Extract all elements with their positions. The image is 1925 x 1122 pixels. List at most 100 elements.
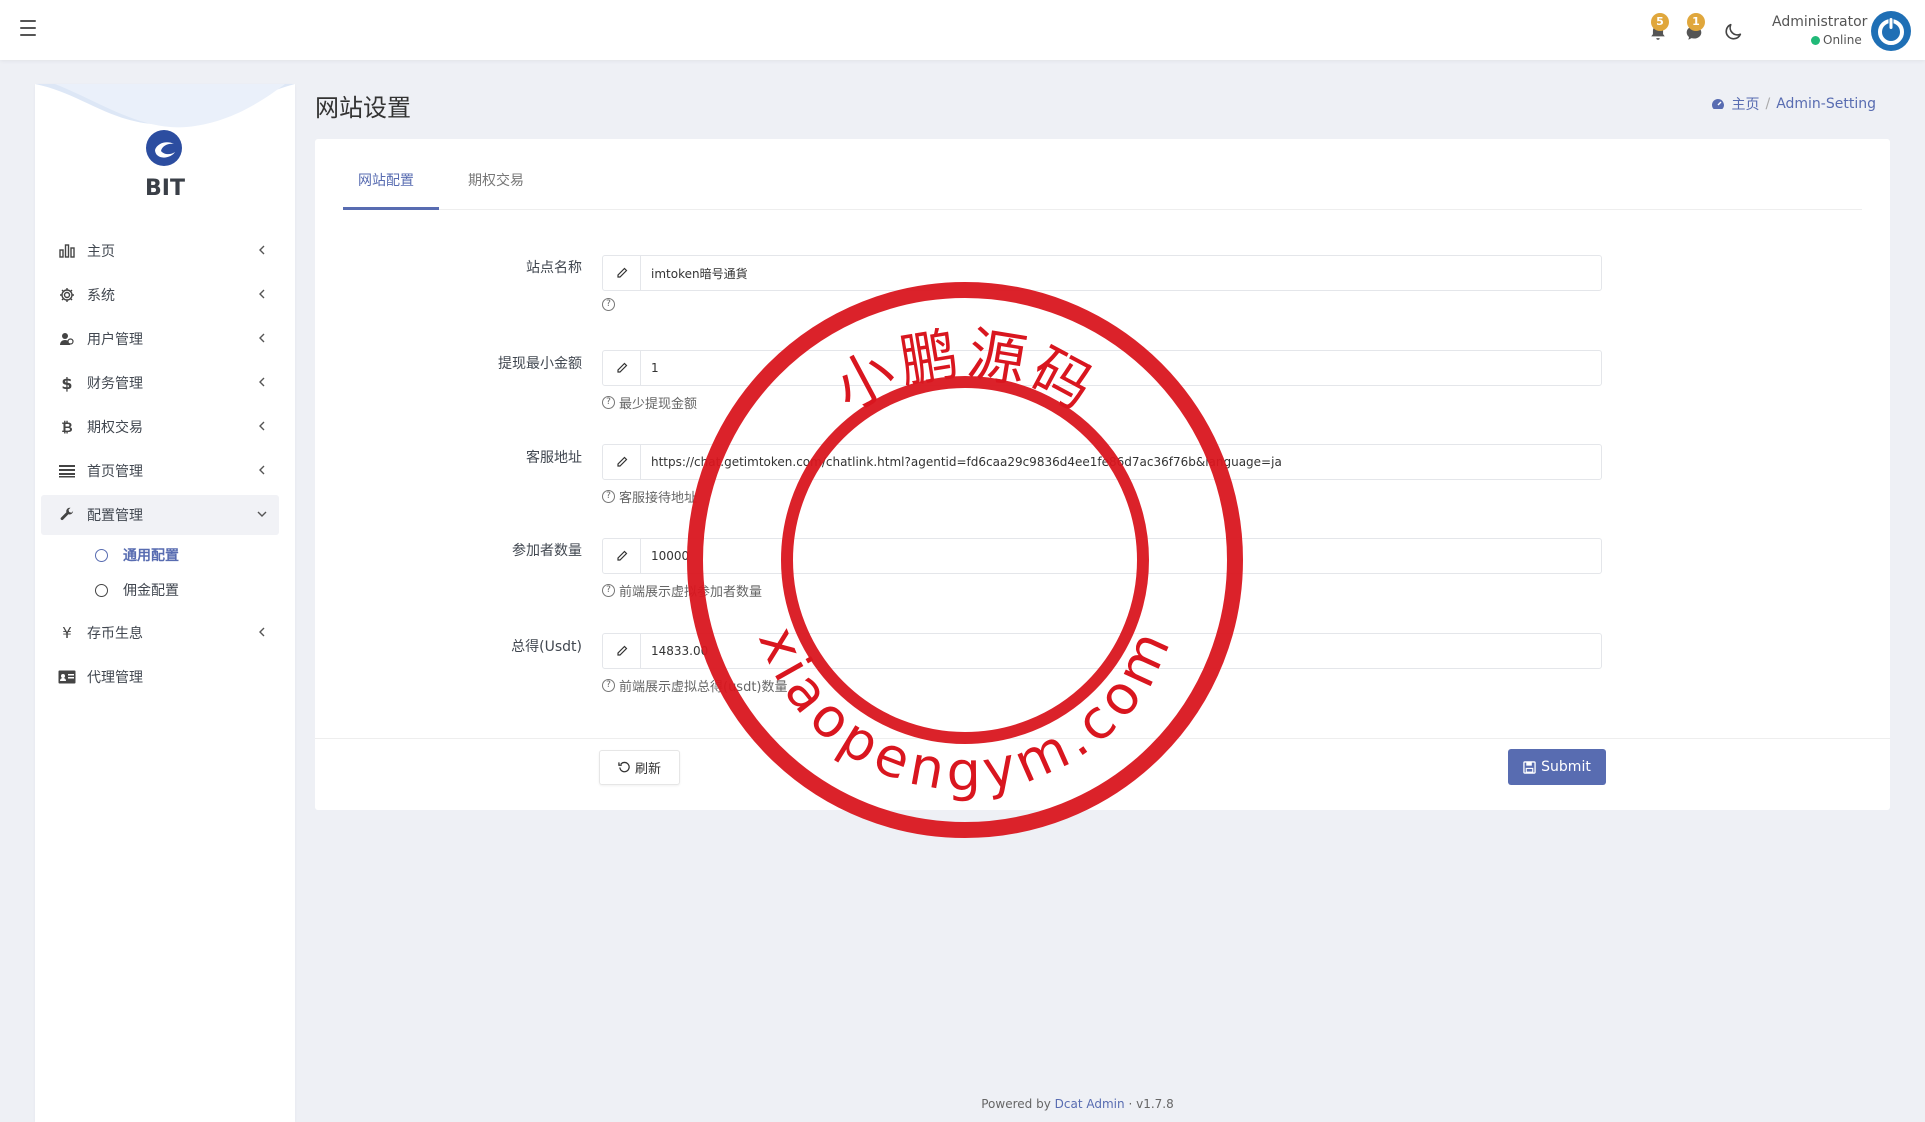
participants-input[interactable] [641, 539, 1601, 573]
chevron-left-icon [259, 627, 265, 637]
brand-logo-icon [146, 130, 182, 166]
participants-help: ? 前端展示虚拟参加者数量 [602, 581, 762, 600]
id-card-icon [57, 667, 77, 687]
notification-count-badge: 5 [1651, 13, 1669, 31]
sidebar-item-home[interactable]: 主页 [41, 231, 279, 271]
sidebar-subitem-commission-config[interactable]: 佣金配置 [95, 575, 179, 605]
chevron-left-icon [259, 377, 265, 387]
sidebar-item-config[interactable]: 配置管理 [41, 495, 279, 535]
sidebar-item-label: 主页 [87, 244, 115, 260]
chevron-left-icon [259, 465, 265, 475]
support-url-input[interactable] [641, 445, 1601, 479]
tab-active-underline [343, 207, 439, 210]
submit-button-label: Submit [1541, 759, 1591, 775]
user-name: Administrator [1772, 14, 1868, 30]
gear-icon [57, 285, 77, 305]
site-name-help: ? [602, 298, 619, 311]
tab-site-config[interactable]: 网站配置 [358, 170, 414, 190]
chevron-left-icon [259, 289, 265, 299]
footer-separator: · [1128, 1097, 1133, 1111]
sidebar-item-staking[interactable]: ¥ 存币生息 [41, 613, 279, 653]
footer-version: v1.7.8 [1136, 1097, 1174, 1111]
settings-card: 网站配置 期权交易 站点名称 ? 提现最小金额 ?最少提现金额 客服地址 ?客服… [315, 139, 1890, 810]
pencil-icon [603, 539, 641, 573]
min-withdraw-help: ? 最少提现金额 [602, 393, 697, 412]
circle-icon [95, 583, 108, 597]
pencil-icon [603, 256, 641, 290]
sidebar-subitem-general-config[interactable]: 通用配置 [95, 540, 179, 570]
breadcrumb: 主页 / Admin-Setting [1711, 94, 1876, 114]
save-icon [1523, 760, 1536, 774]
min-withdraw-input-group [602, 350, 1602, 386]
pencil-icon [603, 351, 641, 385]
sidebar: BIT 主页 系统 用户管理 $ 财务管理 ₿ 期权交易 首页管理 配置管理 通… [35, 84, 295, 1122]
refresh-button[interactable]: 刷新 [599, 750, 680, 785]
dcat-admin-link[interactable]: Dcat Admin [1055, 1097, 1125, 1111]
page-title: 网站设置 [315, 94, 411, 122]
wave-decoration [35, 84, 295, 128]
circle-icon [95, 548, 108, 562]
sidebar-item-users[interactable]: 用户管理 [41, 319, 279, 359]
tab-options-trading[interactable]: 期权交易 [468, 170, 524, 190]
sidebar-subitem-label: 佣金配置 [123, 583, 179, 599]
sidebar-item-label: 配置管理 [87, 508, 143, 524]
footer-prefix: Powered by [981, 1097, 1051, 1111]
bar-chart-icon [57, 241, 77, 261]
support-url-input-group [602, 444, 1602, 480]
sidebar-item-label: 首页管理 [87, 464, 143, 480]
sidebar-item-label: 代理管理 [87, 670, 143, 686]
submit-button[interactable]: Submit [1508, 749, 1606, 785]
form-divider [315, 738, 1890, 739]
total-usdt-input[interactable] [641, 634, 1601, 668]
sidebar-item-system[interactable]: 系统 [41, 275, 279, 315]
total-usdt-help: ? 前端展示虚拟总得(usdt)数量 [602, 676, 788, 695]
notification-bell[interactable]: 5 [1649, 13, 1669, 42]
power-logo-icon [1873, 13, 1909, 49]
chevron-left-icon [259, 421, 265, 431]
sidebar-item-options-trading[interactable]: ₿ 期权交易 [41, 407, 279, 447]
sidebar-item-label: 期权交易 [87, 420, 143, 436]
min-withdraw-input[interactable] [641, 351, 1601, 385]
help-icon: ? [602, 679, 615, 692]
sidebar-item-label: 存币生息 [87, 626, 143, 642]
top-navbar: 5 1 Administrator Online [0, 0, 1925, 60]
chevron-down-icon [257, 511, 267, 517]
list-icon [57, 461, 77, 481]
field-label-min-withdraw: 提现最小金额 [498, 356, 582, 372]
field-label-support-url: 客服地址 [526, 450, 582, 466]
support-url-help: ? 客服接待地址 [602, 487, 697, 506]
site-name-input[interactable] [641, 256, 1601, 290]
powered-by-footer: Powered by Dcat Admin · v1.7.8 [0, 1097, 1925, 1111]
dark-mode-moon-icon[interactable] [1722, 21, 1744, 43]
wrench-icon [57, 505, 77, 525]
chevron-left-icon [259, 245, 265, 255]
pencil-icon [603, 445, 641, 479]
sidebar-item-homepage[interactable]: 首页管理 [41, 451, 279, 491]
field-label-total-usdt: 总得(Usdt) [511, 639, 582, 655]
online-dot-icon [1811, 36, 1820, 45]
sidebar-item-finance[interactable]: $ 财务管理 [41, 363, 279, 403]
breadcrumb-separator: / [1765, 96, 1771, 112]
users-icon [57, 329, 77, 349]
pencil-icon [603, 634, 641, 668]
dollar-icon: $ [61, 373, 73, 393]
bitcoin-icon: ₿ [61, 419, 73, 436]
dashboard-icon [1712, 99, 1725, 109]
help-icon: ? [602, 490, 615, 503]
message-count-badge: 1 [1687, 13, 1705, 31]
help-icon: ? [602, 396, 615, 409]
sidebar-item-label: 财务管理 [87, 376, 143, 392]
message-button[interactable]: 1 [1685, 13, 1705, 42]
sidebar-item-agent[interactable]: 代理管理 [41, 657, 279, 697]
yen-icon: ¥ [62, 624, 72, 642]
help-icon: ? [602, 298, 615, 311]
menu-toggle-icon[interactable] [18, 18, 38, 38]
field-label-participants: 参加者数量 [512, 543, 582, 559]
breadcrumb-current: Admin-Setting [1776, 96, 1876, 112]
avatar[interactable] [1871, 11, 1911, 51]
field-label-site-name: 站点名称 [526, 260, 582, 276]
chevron-left-icon [259, 333, 265, 343]
sidebar-subitem-label: 通用配置 [123, 548, 179, 564]
breadcrumb-home-link[interactable]: 主页 [1731, 94, 1759, 114]
user-status: Online [1811, 33, 1862, 47]
